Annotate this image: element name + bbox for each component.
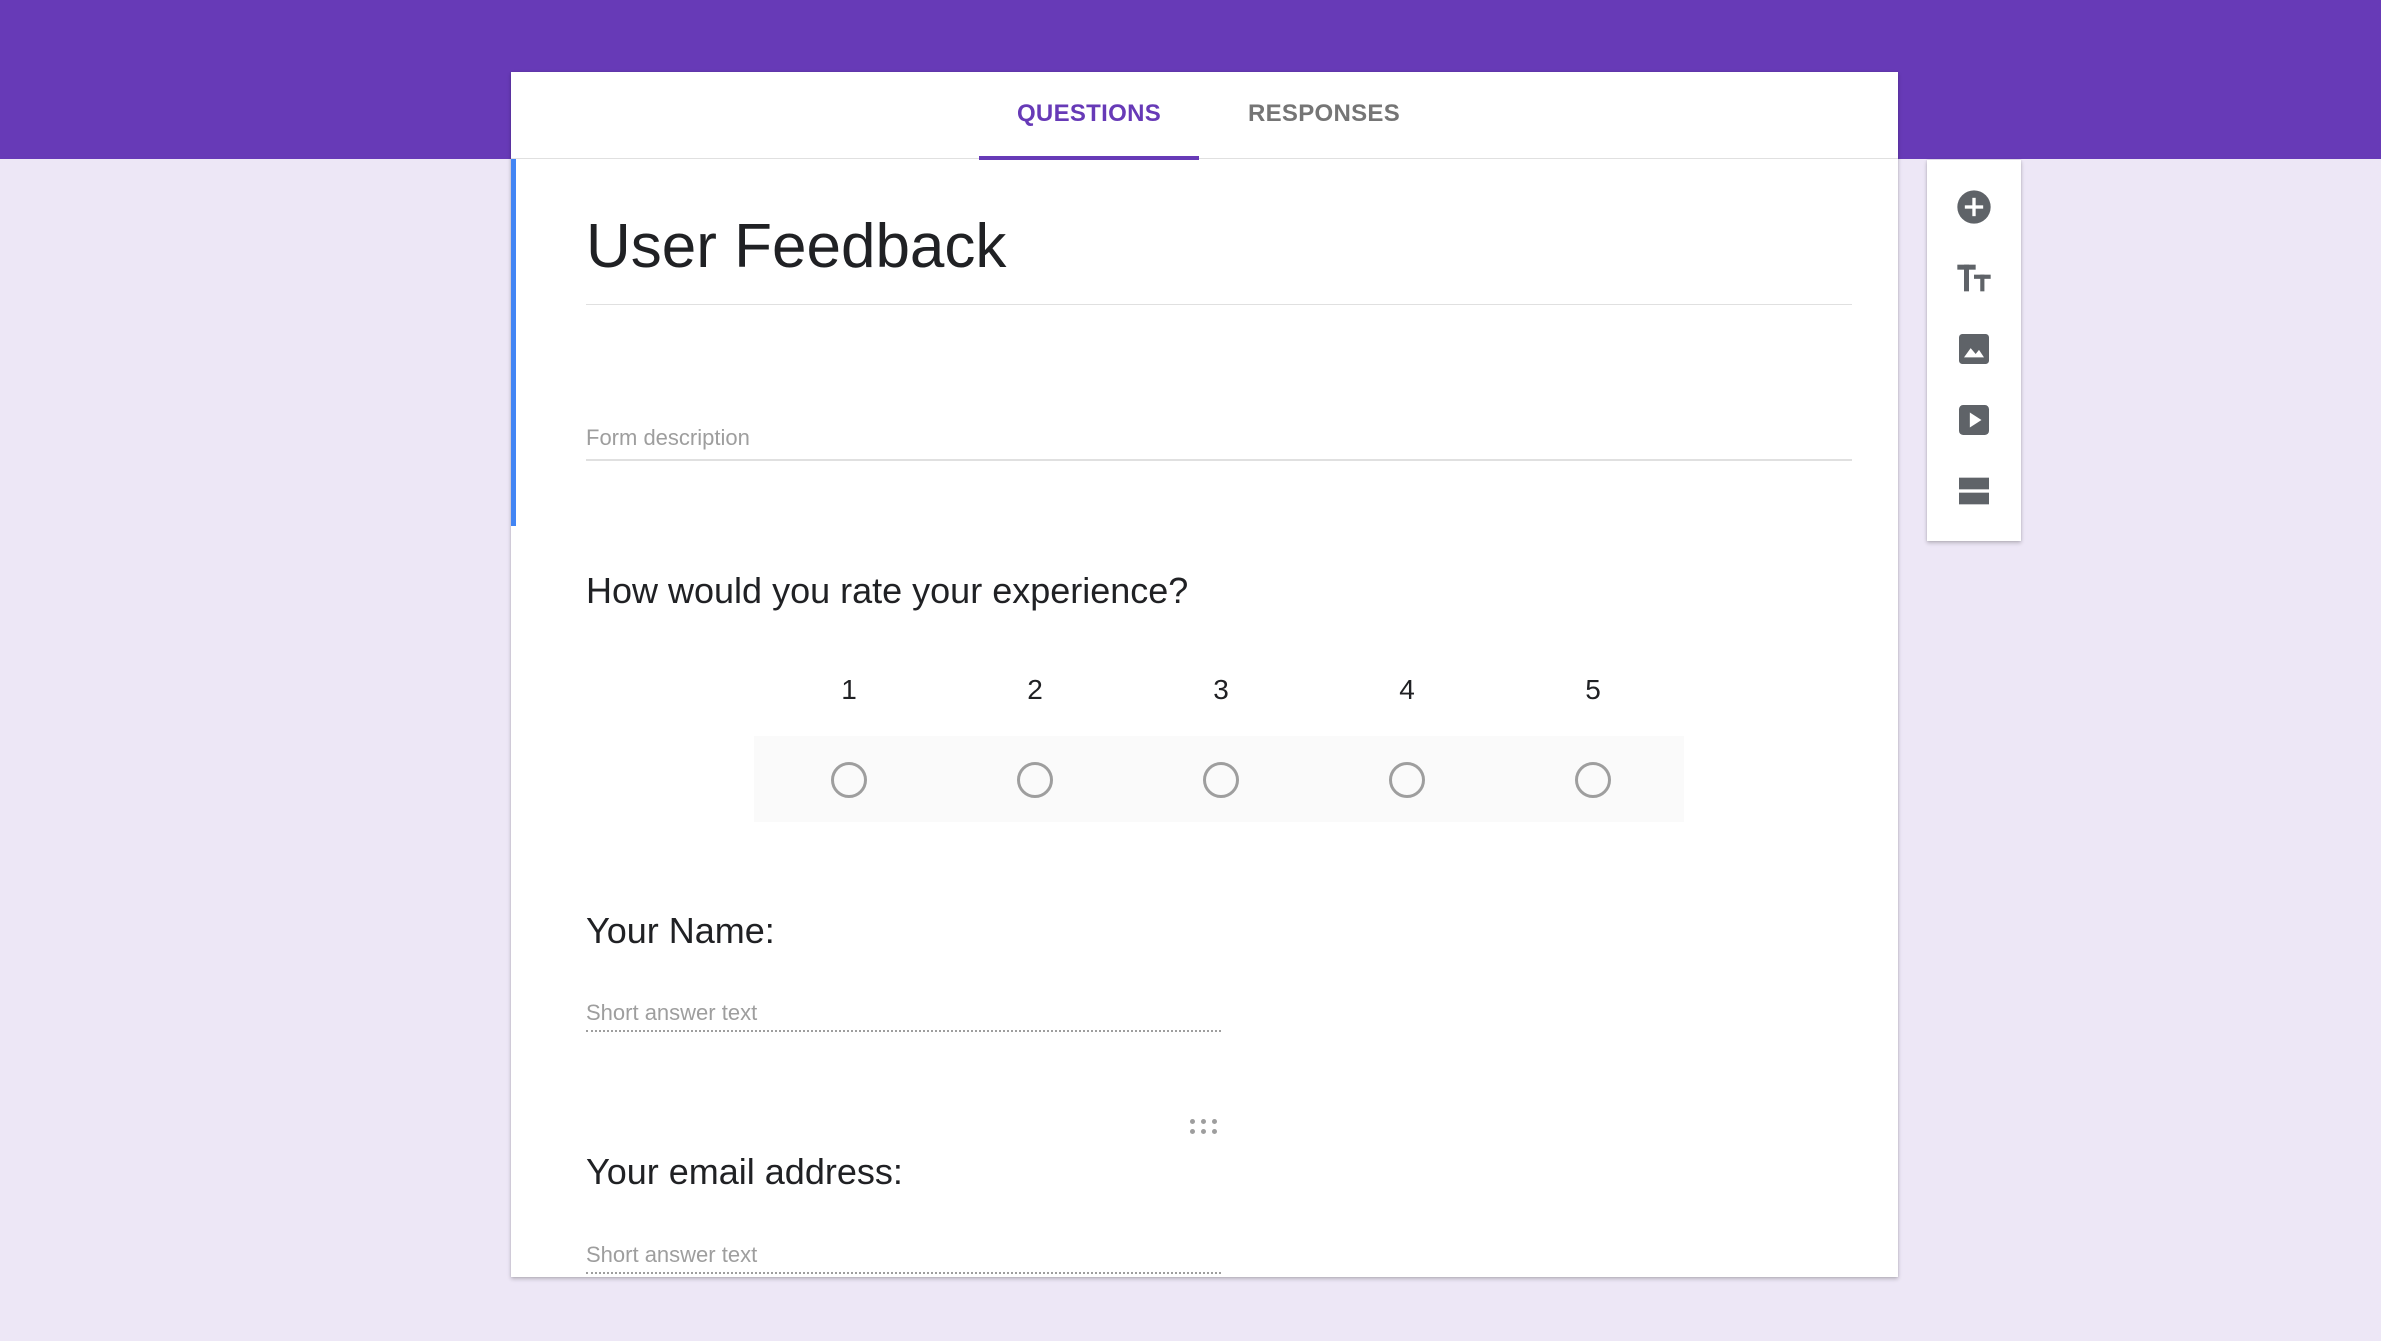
add-video-button[interactable] (1927, 388, 2021, 448)
add-circle-icon (1957, 190, 1991, 224)
add-image-button[interactable] (1927, 317, 2021, 377)
tab-bar: QUESTIONS RESPONSES (511, 72, 1898, 160)
question-title-rating[interactable]: How would you rate your experience? (586, 569, 1188, 613)
scale-radio-2[interactable] (1017, 762, 1053, 798)
tab-responses[interactable]: RESPONSES (1229, 72, 1419, 159)
floating-toolbar (1927, 160, 2021, 541)
form-title[interactable]: User Feedback (586, 212, 1852, 305)
section-icon (1959, 477, 1989, 505)
short-answer-name: Short answer text (586, 994, 1221, 1032)
question-title-email[interactable]: Your email address: (586, 1150, 903, 1194)
title-text-icon (1957, 264, 1991, 292)
video-icon (1959, 405, 1989, 435)
scale-label: 4 (1399, 674, 1415, 705)
scale-radio-row (754, 736, 1684, 822)
scale-label: 3 (1213, 674, 1229, 705)
add-title-button[interactable] (1927, 246, 2021, 306)
form-editor-card: QUESTIONS RESPONSES User Feedback Form d… (511, 72, 1898, 1277)
scale-label: 1 (841, 674, 857, 705)
scale-label: 2 (1027, 674, 1043, 705)
form-description-field[interactable]: Form description (586, 415, 1852, 461)
scale-radio-5[interactable] (1575, 762, 1611, 798)
scale-radio-4[interactable] (1389, 762, 1425, 798)
tab-questions[interactable]: QUESTIONS (979, 72, 1199, 160)
selected-section-indicator (511, 159, 516, 526)
short-answer-email: Short answer text (586, 1236, 1221, 1274)
question-title-name[interactable]: Your Name: (586, 909, 775, 953)
scale-radio-3[interactable] (1203, 762, 1239, 798)
scale-radio-1[interactable] (831, 762, 867, 798)
scale-labels: 1 2 3 4 5 (754, 670, 1684, 710)
add-question-button[interactable] (1927, 175, 2021, 235)
scale-label: 5 (1585, 674, 1601, 705)
drag-handle-icon[interactable] (1188, 1117, 1220, 1137)
image-icon (1959, 334, 1989, 364)
add-section-button[interactable] (1927, 459, 2021, 519)
